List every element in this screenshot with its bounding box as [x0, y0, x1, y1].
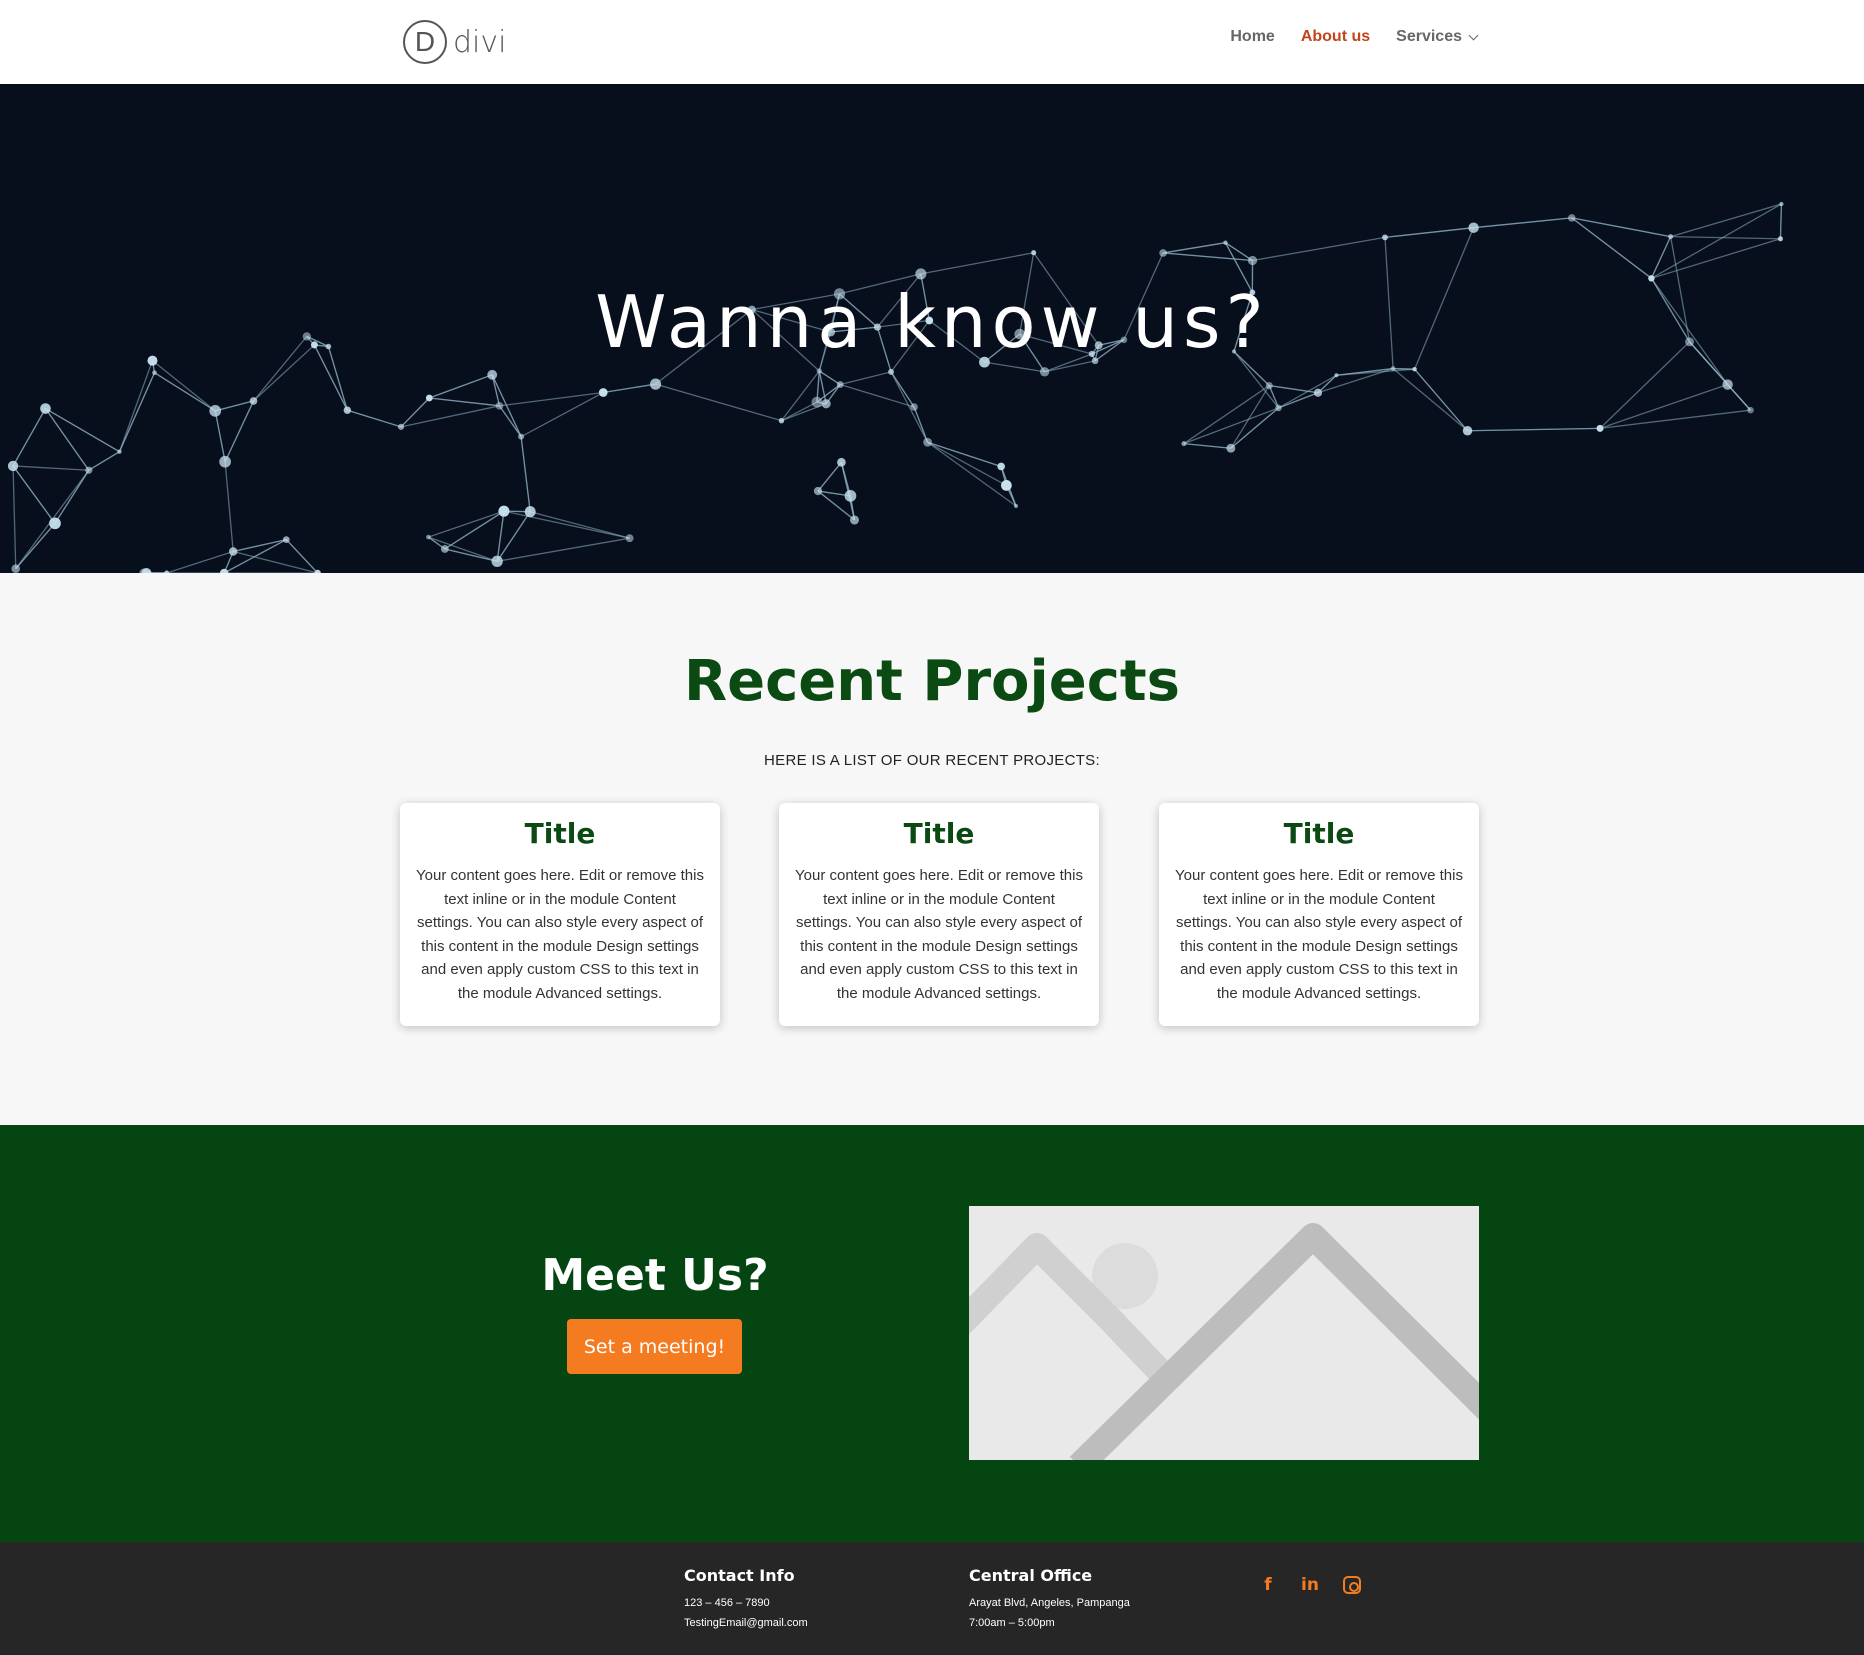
footer-central-office: Central Office Arayat Blvd, Angeles, Pam… [969, 1566, 1130, 1633]
logo-mark-icon: D [403, 20, 447, 64]
logo-text: divi [453, 24, 507, 60]
site-header: D divi Home About us Services [0, 0, 1864, 84]
hero-section: Wanna know us? [0, 84, 1864, 573]
project-card: Title Your content goes here. Edit or re… [1159, 803, 1479, 1026]
recent-projects-section: Recent Projects HERE IS A LIST OF OUR RE… [0, 573, 1864, 1125]
meet-us-section: Meet Us? Set a meeting! [0, 1125, 1864, 1542]
footer-contact-info: Contact Info 123 – 456 – 7890 TestingEma… [684, 1566, 808, 1633]
card-text: Your content goes here. Edit or remove t… [1175, 867, 1463, 1002]
main-nav: Home About us Services [1230, 28, 1479, 46]
footer-address: Arayat Blvd, Angeles, Pampanga [969, 1597, 1130, 1609]
nav-item-about-us[interactable]: About us [1301, 28, 1370, 46]
project-card: Title Your content goes here. Edit or re… [779, 803, 1099, 1026]
nav-item-home[interactable]: Home [1230, 28, 1274, 46]
project-card: Title Your content goes here. Edit or re… [400, 803, 720, 1026]
nav-item-label: Home [1230, 28, 1275, 45]
section-title: Recent Projects [683, 649, 1180, 714]
footer-heading: Contact Info [684, 1566, 795, 1585]
card-title: Title [1283, 817, 1355, 850]
site-footer: Contact Info 123 – 456 – 7890 TestingEma… [0, 1542, 1864, 1655]
social-links: f in [1257, 1574, 1363, 1596]
nav-item-services[interactable]: Services [1396, 28, 1479, 46]
card-text: Your content goes here. Edit or remove t… [795, 867, 1083, 1002]
footer-phone: 123 – 456 – 7890 [684, 1597, 770, 1609]
card-title: Title [524, 817, 596, 850]
footer-heading: Central Office [969, 1566, 1093, 1585]
hero-title: Wanna know us? [595, 280, 1269, 364]
nav-item-label: Services [1396, 28, 1462, 45]
facebook-icon[interactable]: f [1257, 1574, 1279, 1596]
chevron-down-icon [1468, 30, 1479, 40]
site-logo[interactable]: D divi [403, 19, 506, 65]
linkedin-icon[interactable]: in [1299, 1574, 1321, 1596]
section-subtitle: HERE IS A LIST OF OUR RECENT PROJECTS: [764, 752, 1100, 769]
nav-item-label: About us [1300, 28, 1371, 45]
card-title: Title [903, 817, 975, 850]
card-text: Your content goes here. Edit or remove t… [416, 867, 704, 1002]
image-placeholder-icon [969, 1206, 1479, 1460]
footer-email[interactable]: TestingEmail@gmail.com [684, 1613, 808, 1633]
footer-hours: 7:00am – 5:00pm [969, 1617, 1055, 1629]
set-meeting-button[interactable]: Set a meeting! [567, 1319, 742, 1374]
instagram-icon[interactable] [1341, 1574, 1363, 1596]
meet-title: Meet Us? [541, 1250, 769, 1301]
